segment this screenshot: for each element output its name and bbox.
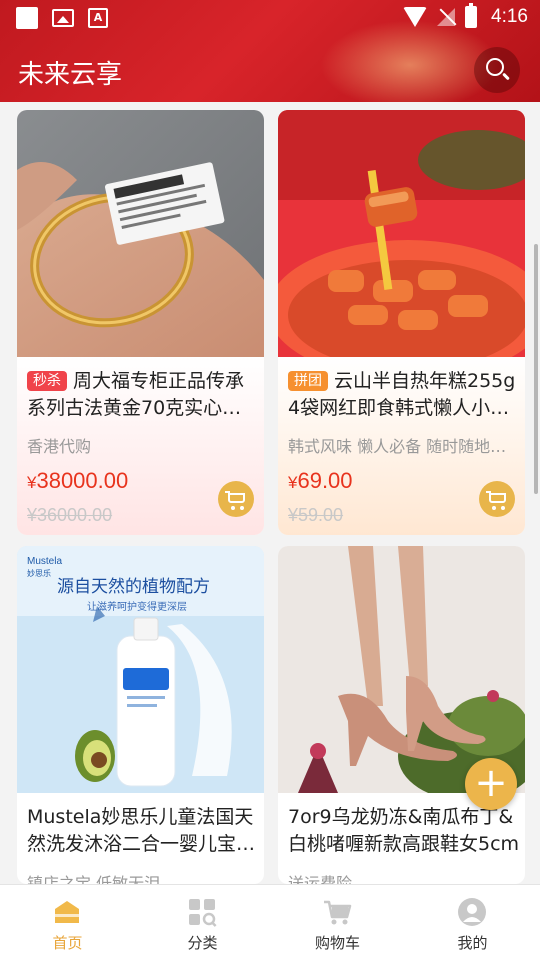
nav-category[interactable]: 分类 bbox=[135, 885, 270, 960]
cart-icon bbox=[228, 493, 245, 503]
ad-headline: 源自天然的植物配方 bbox=[57, 577, 210, 597]
shopping-cart-icon bbox=[324, 900, 352, 925]
add-to-cart-button[interactable] bbox=[479, 481, 515, 517]
product-card[interactable]: 7or9乌龙奶冻&南瓜布丁&白桃啫喱新款高跟鞋女5cm 送运费险 bbox=[278, 546, 525, 884]
original-price: ¥36000.00 bbox=[27, 505, 113, 525]
notification-a-icon: A bbox=[88, 8, 108, 28]
nav-cart[interactable]: 购物车 bbox=[270, 885, 405, 960]
product-title: 拼团 云山半自热年糕255g 4袋网红即食韩式懒人小… bbox=[288, 370, 516, 419]
notification-image-icon bbox=[52, 9, 74, 27]
product-card[interactable]: 拼团 云山半自热年糕255g 4袋网红即食韩式懒人小… 韩式风味 懒人必备 随时随… bbox=[278, 110, 525, 535]
nav-profile-label: 我的 bbox=[457, 934, 488, 952]
ad-tagline: 让滋养呵护变得更深层 bbox=[87, 600, 187, 613]
original-price: ¥59.00 bbox=[288, 505, 344, 525]
product-subtitle: 送运费险 bbox=[288, 874, 353, 884]
status-notifications: A bbox=[16, 7, 108, 29]
nav-home[interactable]: 首页 bbox=[0, 885, 135, 960]
user-profile-icon bbox=[458, 898, 486, 926]
no-signal-icon bbox=[437, 8, 456, 26]
notification-square-icon bbox=[16, 7, 38, 29]
product-title: 秒杀 周大福专柜正品传承系列古法黄金70克实心… bbox=[27, 370, 245, 419]
product-image-mustela: Mustela 妙思乐 源自天然的植物配方 让滋养呵护变得更深层 bbox=[17, 546, 264, 793]
product-price: ¥69.00 bbox=[288, 468, 353, 493]
status-bar: A 4:16 bbox=[0, 0, 540, 36]
scrollbar[interactable] bbox=[534, 244, 538, 494]
wifi-icon bbox=[403, 7, 428, 27]
search-button[interactable] bbox=[474, 47, 520, 93]
status-time: 4:16 bbox=[491, 6, 528, 27]
bottom-nav: 首页 分类 购物车 我的 bbox=[0, 884, 540, 960]
product-subtitle: 香港代购 bbox=[27, 437, 92, 456]
cart-icon bbox=[489, 493, 506, 503]
ad-brand-cn: 妙思乐 bbox=[27, 568, 51, 578]
app-title: 未来云享 bbox=[18, 60, 123, 90]
add-to-cart-button[interactable] bbox=[218, 481, 254, 517]
product-image-heels bbox=[278, 546, 525, 793]
product-image-bracelet bbox=[17, 110, 264, 357]
nav-home-label: 首页 bbox=[52, 934, 83, 952]
product-price: ¥38000.00 bbox=[27, 468, 129, 493]
battery-charging-icon bbox=[465, 3, 478, 28]
group-buy-badge: 拼团 bbox=[288, 371, 328, 391]
product-subtitle: 韩式风味 懒人必备 随时随地… bbox=[288, 437, 507, 456]
nav-profile[interactable]: 我的 bbox=[405, 885, 540, 960]
search-icon bbox=[486, 58, 504, 76]
header: A 4:16 未来云享 bbox=[0, 0, 540, 102]
category-grid-icon bbox=[189, 899, 217, 927]
status-system: 4:16 bbox=[403, 3, 528, 28]
product-title: 7or9乌龙奶冻&南瓜布丁&白桃啫喱新款高跟鞋女5cm bbox=[288, 806, 520, 855]
product-image-rice-cake bbox=[278, 110, 525, 357]
product-title: Mustela妙思乐儿童法国天然洗发沐浴二合一婴儿宝… bbox=[27, 806, 256, 855]
add-fab-button[interactable]: + bbox=[465, 758, 517, 810]
ad-brand: Mustela bbox=[27, 556, 62, 567]
nav-category-label: 分类 bbox=[187, 934, 218, 952]
product-card[interactable]: 秒杀 周大福专柜正品传承系列古法黄金70克实心… 香港代购 ¥38000.00 ¥… bbox=[17, 110, 264, 535]
app-root: A 4:16 未来云享 秒杀 周大福专柜正品传承系列古法黄金70克实心… 香港代… bbox=[0, 0, 540, 960]
plus-icon: + bbox=[474, 760, 508, 806]
nav-cart-label: 购物车 bbox=[314, 934, 360, 952]
flash-sale-badge: 秒杀 bbox=[27, 371, 67, 391]
home-icon bbox=[55, 901, 79, 923]
product-subtitle: 镇店之宝 低敏无泪 bbox=[27, 874, 161, 884]
product-card[interactable]: Mustela 妙思乐 源自天然的植物配方 让滋养呵护变得更深层 Mustela… bbox=[17, 546, 264, 884]
